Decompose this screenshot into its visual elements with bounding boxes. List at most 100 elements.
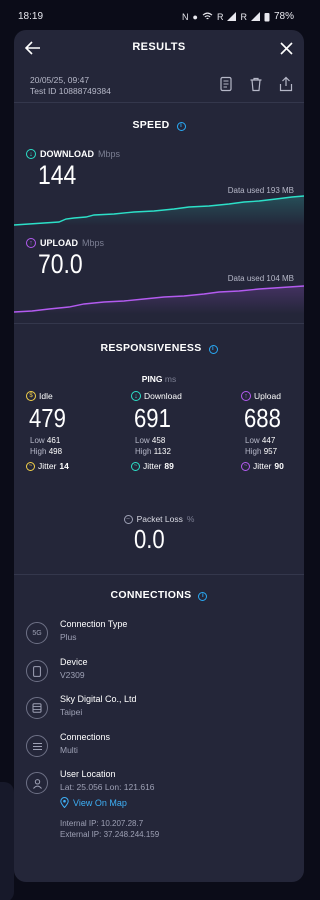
low-label: Low (245, 436, 260, 445)
low-label: Low (30, 436, 45, 445)
download-label: ↓ DOWNLOAD Mbps (26, 149, 120, 159)
info-icon[interactable]: i (198, 592, 208, 601)
map-pin-icon (60, 797, 69, 808)
signal-icon-2 (250, 12, 260, 21)
5g-icon-text: 5G (32, 629, 42, 637)
ping-label: PING ms (14, 374, 304, 384)
roaming-indicator-2: R (240, 11, 247, 22)
high-value: 1132 (153, 447, 171, 456)
internal-ip: Internal IP: 10.207.28.7 (60, 819, 144, 828)
device-title: Device (60, 657, 88, 667)
packet-loss-unit: % (186, 514, 195, 524)
server-provider: Sky Digital Co., Ltd (60, 694, 137, 704)
low-label: Low (135, 436, 150, 445)
user-icon (26, 772, 48, 794)
download-arrow-icon: ↓ (26, 149, 36, 159)
download-graph (14, 195, 304, 226)
upload-unit: Mbps (82, 238, 105, 248)
high-value: 957 (263, 447, 278, 456)
view-on-map-link[interactable]: View On Map (60, 797, 127, 808)
connection-type-title: Connection Type (60, 619, 128, 629)
user-location-coords: Lat: 25.056 Lon: 121.616 (60, 782, 155, 792)
connections-mode-title: Connections (60, 732, 111, 742)
divider (14, 102, 304, 103)
status-time: 18:19 (18, 11, 44, 22)
ping-download-header: ↓ Download (131, 391, 211, 401)
upload-graph (14, 285, 304, 314)
low-value: 447 (261, 436, 276, 445)
close-button[interactable] (272, 34, 300, 62)
results-header: RESULTS (14, 30, 304, 64)
high-label: High (245, 447, 262, 456)
results-sheet: RESULTS 20/05/25, 09:47 Test ID 10888749… (14, 30, 304, 882)
ping-upload-header: ↑ Upload (241, 391, 304, 401)
ping-idle-label: Idle (39, 391, 53, 401)
connection-type-value: Plus (60, 632, 77, 642)
ping-idle-header: $ Idle (26, 391, 106, 401)
ping-download-column: ↓ Download 691 Low 458 High 1132 ~ Jitte… (131, 391, 211, 471)
jitter-value: 14 (59, 461, 69, 471)
external-ip: External IP: 37.248.244.159 (60, 830, 160, 839)
ping-download-low: Low 458 (135, 436, 211, 445)
packet-loss-value: 0.0 (134, 524, 165, 554)
trash-icon[interactable] (248, 76, 264, 92)
ping-download-jitter: ~ Jitter 89 (131, 461, 211, 471)
jitter-value: 90 (274, 461, 284, 471)
phone-icon (26, 660, 48, 682)
download-unit: Mbps (98, 149, 121, 159)
download-value: 144 (38, 160, 77, 190)
server-item: Sky Digital Co., Ltd Taipei (26, 694, 296, 728)
result-actions (218, 76, 294, 92)
ping-upload-jitter: ~ Jitter 90 (241, 461, 304, 471)
5g-icon: 5G (26, 622, 48, 644)
packet-loss-icon: – (123, 514, 133, 524)
upload-label: ↑ UPLOAD Mbps (26, 238, 104, 248)
ping-download-label: Download (144, 391, 182, 401)
jitter-label: Jitter (143, 461, 162, 471)
jitter-icon: ~ (26, 461, 35, 471)
status-bar: 18:19 N ● R R 78% (0, 0, 304, 32)
ping-upload-high: High 957 (245, 447, 304, 456)
connections-mode-value: Multi (60, 745, 78, 755)
status-icons: N ● R R 78% (182, 11, 294, 22)
upload-arrow-icon: ↑ (26, 238, 36, 248)
ping-label-text: PING (141, 374, 163, 384)
jitter-value: 89 (164, 461, 174, 471)
download-label-text: DOWNLOAD (40, 149, 94, 159)
nfc-icon: N (182, 11, 189, 22)
responsiveness-section-title: RESPONSIVENESS i (14, 342, 304, 354)
view-on-map-text: View On Map (73, 797, 127, 808)
share-icon[interactable] (278, 76, 294, 92)
ping-download-high: High 1132 (135, 447, 211, 456)
ping-upload-low: Low 447 (245, 436, 304, 445)
page-title: RESULTS (132, 41, 186, 53)
high-label: High (30, 447, 47, 456)
responsiveness-title-text: RESPONSIVENESS (100, 342, 202, 354)
jitter-label: Jitter (253, 461, 272, 471)
high-value: 498 (48, 447, 63, 456)
signal-icon (227, 12, 237, 21)
background-card-edge (0, 782, 14, 900)
upload-arrow-icon: ↑ (241, 391, 251, 401)
connections-icon (26, 735, 48, 757)
ping-download-value: 691 (134, 403, 171, 433)
user-location-title: User Location (60, 769, 116, 779)
divider (14, 323, 304, 324)
ping-upload-label: Upload (254, 391, 281, 401)
info-icon[interactable]: i (208, 345, 218, 354)
roaming-indicator: R (216, 11, 224, 22)
close-icon (279, 41, 293, 55)
connections-title-text: CONNECTIONS (110, 589, 192, 601)
high-label: High (135, 447, 152, 456)
jitter-label: Jitter (38, 461, 57, 471)
info-icon[interactable]: i (176, 122, 186, 131)
ping-idle-low: Low 461 (30, 436, 106, 445)
test-date: 20/05/25, 09:47 (30, 75, 90, 85)
device-item: Device V2309 (26, 657, 296, 691)
speed-title-text: SPEED (132, 119, 170, 131)
ping-upload-column: ↑ Upload 688 Low 447 High 957 ~ Jitter 9… (241, 391, 304, 471)
test-meta: 20/05/25, 09:47 Test ID 10888749384 (30, 75, 111, 97)
document-icon[interactable] (218, 76, 234, 92)
packet-loss-label: – Packet Loss % (14, 514, 304, 524)
ping-unit: ms (164, 374, 177, 384)
